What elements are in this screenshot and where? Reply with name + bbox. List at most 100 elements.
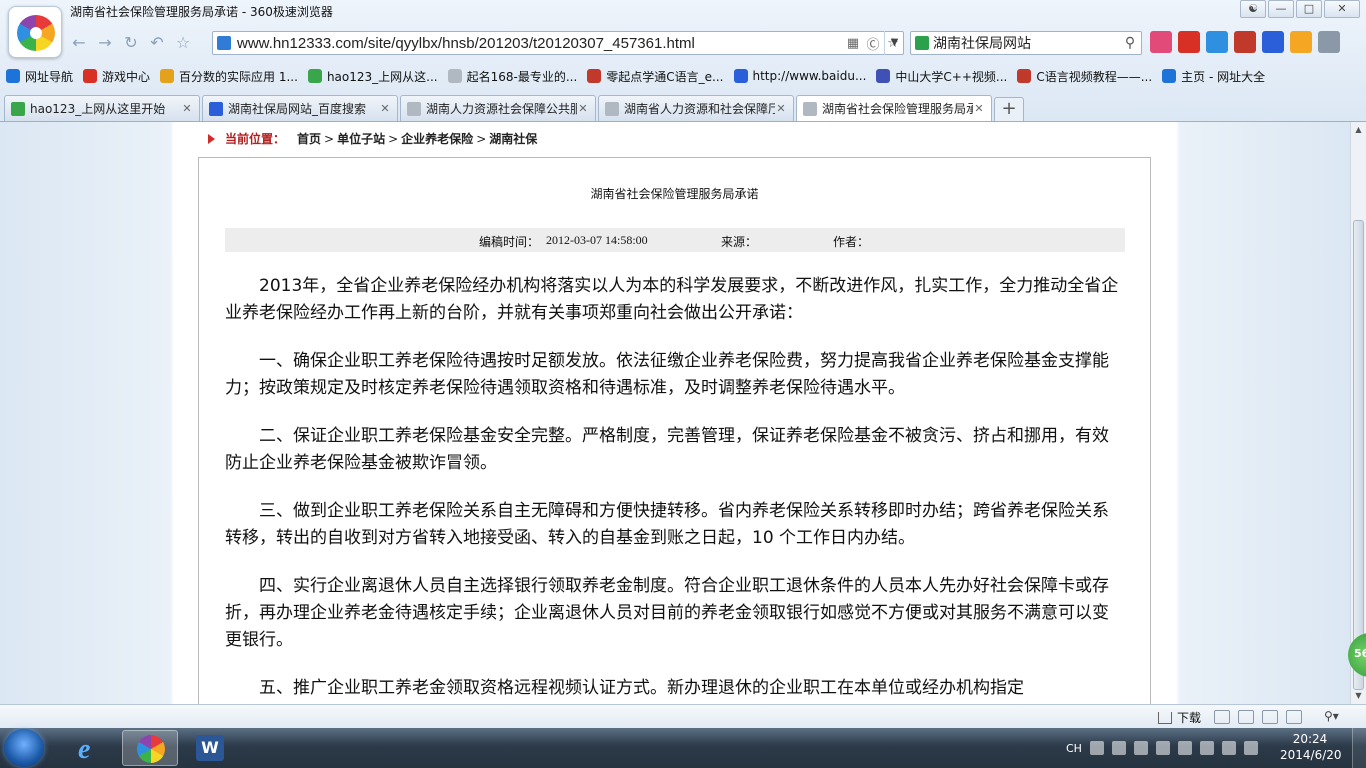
breadcrumb-enterprise-pension[interactable]: 企业养老保险 [401,130,473,147]
screen-icon[interactable] [1286,710,1302,724]
show-desktop-button[interactable] [1352,728,1366,768]
bookmark-item[interactable]: 零起点学通C语言_e... [587,68,724,85]
vertical-scrollbar[interactable]: ▲ ▼ [1350,122,1366,704]
browser-tab[interactable]: 湖南省社会保险管理服务局承 ✕ [796,95,992,121]
address-dropdown-icon[interactable]: ▼ [884,31,904,55]
trash-icon[interactable] [1238,710,1254,724]
maximize-button[interactable]: □ [1296,0,1322,18]
bookmark-label: 零起点学通C语言_e... [606,69,724,84]
tab-close-icon[interactable]: ✕ [973,102,985,115]
bookmark-label: 游戏中心 [102,69,151,84]
word-taskbar-icon[interactable]: W [182,730,238,766]
qr-code-icon[interactable]: ▦ [843,36,863,51]
compat-mode-icon[interactable]: Ⓒ [863,34,883,53]
article-container: 湖南省社会保险管理服务局承诺 编稿时间： 2012-03-07 14:58:00… [198,157,1151,704]
close-button[interactable]: ✕ [1324,0,1360,18]
status-tools [1214,710,1302,724]
browser-tab[interactable]: hao123_上网从这里开始 ✕ [4,95,200,121]
volume-icon[interactable] [1243,741,1258,755]
download-button[interactable]: 下载 [1158,709,1201,726]
network-signal-icon[interactable] [1221,741,1236,755]
search-engine-icon[interactable] [915,36,929,50]
start-button-icon[interactable] [4,729,44,767]
reload-icon[interactable]: ↻ [118,31,144,55]
ie-taskbar-icon[interactable]: e [62,730,118,766]
tab-label: 湖南人力资源社会保障公共服 [426,102,577,116]
article-title: 湖南省社会保险管理服务局承诺 [590,187,759,201]
browser-tab[interactable]: 湖南社保局网站_百度搜索 ✕ [202,95,398,121]
tab-favicon-icon [209,101,223,116]
input-language[interactable]: CH [1066,742,1082,755]
help-icon[interactable] [1111,741,1126,755]
scrollbar-thumb[interactable] [1353,220,1364,690]
bookmark-item[interactable]: hao123_上网从这... [307,68,438,85]
tab-close-icon[interactable]: ✕ [181,102,193,115]
new-window-icon[interactable] [1214,710,1230,724]
bookmark-item[interactable]: 起名168-最专业的... [447,68,578,85]
tab-close-icon[interactable]: ✕ [775,102,787,115]
bookmark-label: 起名168-最专业的... [466,69,578,84]
tab-label: 湖南省人力资源和社会保障厅 [624,102,775,116]
tab-close-icon[interactable]: ✕ [379,102,391,115]
extension-game-icon[interactable] [1290,31,1312,53]
bookmark-label: http://www.baidu... [752,69,867,83]
bookmark-favicon-icon [160,69,175,83]
skin-icon[interactable]: ☯ [1240,0,1266,18]
zoom-icon[interactable]: ⚲▾ [1324,709,1339,723]
keyboard-icon[interactable] [1089,741,1104,755]
power-icon[interactable] [1199,741,1214,755]
address-bar[interactable]: www.hn12333.com/site/qyylbx/hnsb/201203/… [212,31,904,55]
tab-label: hao123_上网从这里开始 [30,102,166,116]
breadcrumb-separator: > [388,131,399,146]
bookmark-item[interactable]: 游戏中心 [83,68,150,85]
bookmark-label: 主页 - 网址大全 [1181,69,1266,84]
bookmark-item[interactable]: 网址导航 [6,68,73,85]
apps-grid-icon[interactable] [1206,31,1228,53]
tab-label: 湖南省社会保险管理服务局承 [822,102,973,116]
show-hidden-icons-icon[interactable] [1155,741,1170,755]
scroll-down-icon[interactable]: ▼ [1351,688,1366,704]
tab-close-icon[interactable]: ✕ [577,102,589,115]
bookmark-item[interactable]: C语言视频教程——... [1017,68,1152,85]
breadcrumb-unit-site[interactable]: 单位子站 [337,130,385,147]
new-tab-icon[interactable]: + [994,97,1024,121]
forward-icon[interactable]: → [92,31,118,55]
browser-taskbar-icon[interactable] [122,730,178,766]
bookmark-item[interactable]: 百分数的实际应用 1... [160,68,298,85]
status-bar: 下载 ⚲▾ [0,704,1366,728]
flag-icon[interactable] [1177,741,1192,755]
bookmark-item[interactable]: http://www.baidu... [733,69,867,83]
address-url-input[interactable]: www.hn12333.com/site/qyylbx/hnsb/201203/… [237,35,843,52]
tools-wrench-icon[interactable] [1318,31,1340,53]
breadcrumb-hunan-social-security[interactable]: 湖南社保 [489,130,537,147]
article-body: 2013年，全省企业养老保险经办机构将落实以人为本的科学发展要求，不断改进作风，… [225,273,1125,704]
bookmark-item[interactable]: 中山大学C++视频... [876,68,1007,85]
author-label: 作者： [833,235,870,249]
browser-tab[interactable]: 湖南省人力资源和社会保障厅 ✕ [598,95,794,121]
undo-close-icon[interactable]: ↶ [144,31,170,55]
browser-tab[interactable]: 湖南人力资源社会保障公共服 ✕ [400,95,596,121]
article-paragraph: 四、实行企业离退休人员自主选择银行领取养老金制度。符合企业职工退休条件的人员本人… [225,576,1109,650]
back-icon[interactable]: ← [66,31,92,55]
extension-hao-icon[interactable] [1178,31,1200,53]
bookmark-favicon-icon [307,69,322,83]
tab-favicon-icon [803,101,817,116]
extension-ticket-icon[interactable] [1150,31,1172,53]
navigation-buttons: ← → ↻ ↶ ☆ [66,30,196,56]
breadcrumb-home[interactable]: 首页 [297,130,321,147]
browser-logo-icon[interactable] [8,6,62,58]
scroll-up-icon[interactable]: ▲ [1351,122,1366,138]
window-controls: ☯ — □ ✕ [1240,0,1360,18]
extension-shopping-icon[interactable] [1234,31,1256,53]
extension-video-icon[interactable] [1262,31,1284,53]
search-input[interactable]: 湖南社保局网站 [933,33,1119,53]
sound-icon[interactable] [1262,710,1278,724]
minimize-button[interactable]: — [1268,0,1294,18]
bookmark-favicon-icon [587,69,602,83]
bookmark-item[interactable]: 主页 - 网址大全 [1162,68,1265,85]
search-box[interactable]: 湖南社保局网站 ⚲ [910,31,1142,55]
search-magnifier-icon[interactable]: ⚲ [1119,35,1141,51]
system-clock[interactable]: 20:24 2014/6/20 [1280,731,1342,763]
favorite-star-icon[interactable]: ☆ [170,31,196,55]
pen-icon[interactable] [1133,741,1148,755]
